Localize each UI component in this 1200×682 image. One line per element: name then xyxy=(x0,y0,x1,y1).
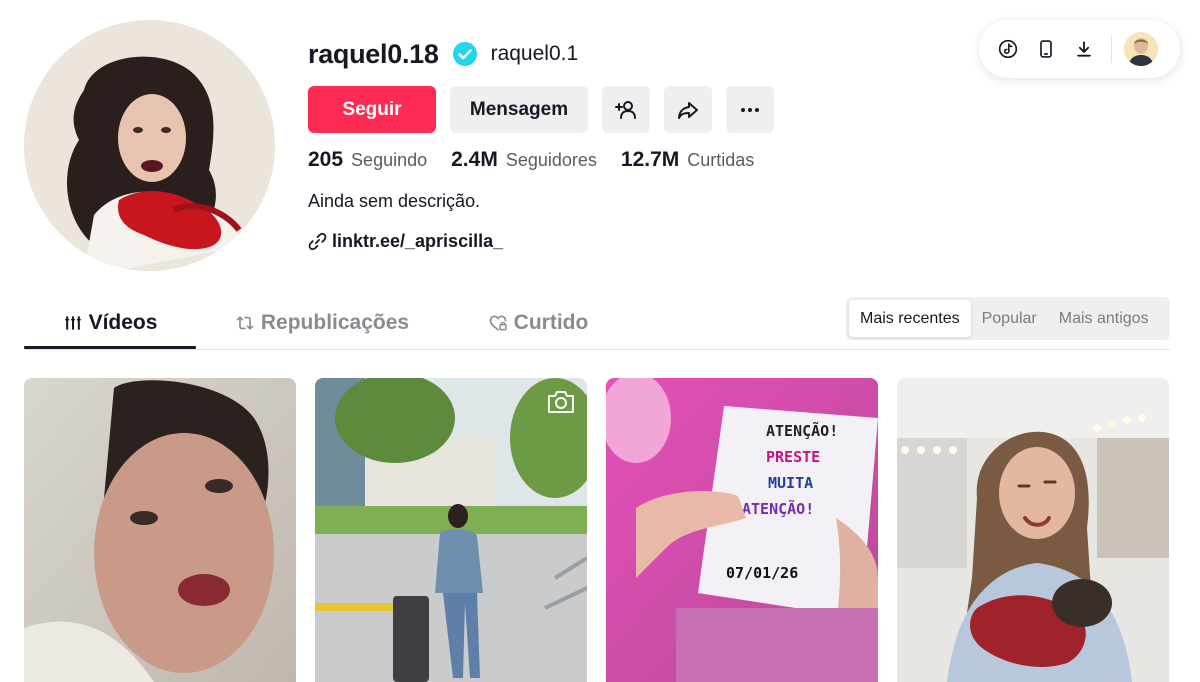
tab-label: Vídeos xyxy=(88,310,158,334)
video-card[interactable]: ATENÇÃO! PRESTE MUITA ATENÇÃO! 07/01/26 xyxy=(606,378,878,682)
download-icon[interactable] xyxy=(1073,38,1095,60)
tab-label: Curtido xyxy=(513,310,589,334)
nickname: raquel0.1 xyxy=(490,42,579,65)
svg-text:07/01/26: 07/01/26 xyxy=(726,564,798,582)
avatar-image xyxy=(24,20,275,271)
more-button[interactable] xyxy=(726,86,774,133)
profile-actions: Seguir Mensagem xyxy=(308,86,774,133)
top-right-toolbar xyxy=(979,20,1180,78)
stat-label: Curtidas xyxy=(687,150,755,170)
stat-label: Seguindo xyxy=(351,150,428,170)
sort-option-recent[interactable]: Mais recentes xyxy=(849,300,971,337)
svg-text:MUITA: MUITA xyxy=(768,474,813,492)
share-icon xyxy=(678,101,698,119)
user-avatar-image xyxy=(1124,32,1158,66)
video-card[interactable] xyxy=(24,378,296,682)
repost-icon xyxy=(236,315,254,330)
video-card[interactable] xyxy=(315,378,587,682)
stat-followers[interactable]: 2.4M Seguidores xyxy=(451,148,597,172)
profile-bio: Ainda sem descrição. xyxy=(308,191,481,211)
video-card[interactable] xyxy=(897,378,1169,682)
toolbar-divider xyxy=(1111,35,1112,63)
profile-avatar[interactable] xyxy=(24,20,275,271)
more-icon xyxy=(741,107,759,112)
mobile-icon[interactable] xyxy=(1035,38,1057,60)
user-avatar[interactable] xyxy=(1124,32,1158,66)
stat-value: 12.7M xyxy=(620,148,680,171)
svg-text:ATENÇÃO!: ATENÇÃO! xyxy=(766,421,838,440)
follow-button[interactable]: Seguir xyxy=(308,86,436,133)
photo-thumbnail xyxy=(315,378,587,682)
grid-bars-icon xyxy=(64,315,81,330)
add-friend-button[interactable] xyxy=(602,86,650,133)
stat-value: 2.4M xyxy=(451,148,498,171)
profile-link-text: linktr.ee/_apriscilla_ xyxy=(332,231,504,251)
tiktok-icon[interactable] xyxy=(997,38,1019,60)
share-button[interactable] xyxy=(664,86,712,133)
stat-value: 205 xyxy=(308,148,344,171)
add-friend-icon xyxy=(615,100,636,119)
stat-likes: 12.7M Curtidas xyxy=(621,148,754,172)
tab-liked[interactable]: Curtido xyxy=(486,296,590,349)
verified-badge-icon xyxy=(452,42,477,66)
video-thumbnail: ATENÇÃO! PRESTE MUITA ATENÇÃO! 07/01/26 xyxy=(606,378,878,682)
sort-option-popular[interactable]: Popular xyxy=(971,300,1048,337)
video-thumbnail xyxy=(897,378,1169,682)
profile-link[interactable]: linktr.ee/_apriscilla_ xyxy=(308,231,503,252)
profile-stats: 205 Seguindo 2.4M Seguidores 12.7M Curtidas xyxy=(308,148,754,172)
username: raquel0.18 xyxy=(308,38,439,69)
heart-lock-icon xyxy=(489,314,507,330)
profile-title-row: raquel0.18 raquel0.1 xyxy=(308,36,578,72)
active-tab-underline xyxy=(24,346,196,349)
stat-following[interactable]: 205 Seguindo xyxy=(308,148,427,172)
tab-label: Republicações xyxy=(260,310,410,334)
message-button[interactable]: Mensagem xyxy=(450,86,588,133)
link-icon xyxy=(308,233,327,250)
camera-icon xyxy=(545,388,577,416)
tab-reposts[interactable]: Republicações xyxy=(234,296,410,349)
stat-label: Seguidores xyxy=(505,150,597,170)
svg-text:ATENÇÃO!: ATENÇÃO! xyxy=(742,499,814,518)
svg-text:PRESTE: PRESTE xyxy=(766,448,820,466)
sort-option-oldest[interactable]: Mais antigos xyxy=(1048,300,1160,337)
tab-videos[interactable]: Vídeos xyxy=(24,296,196,349)
sort-control: Mais recentes Popular Mais antigos xyxy=(846,297,1170,340)
video-thumbnail xyxy=(24,378,296,682)
